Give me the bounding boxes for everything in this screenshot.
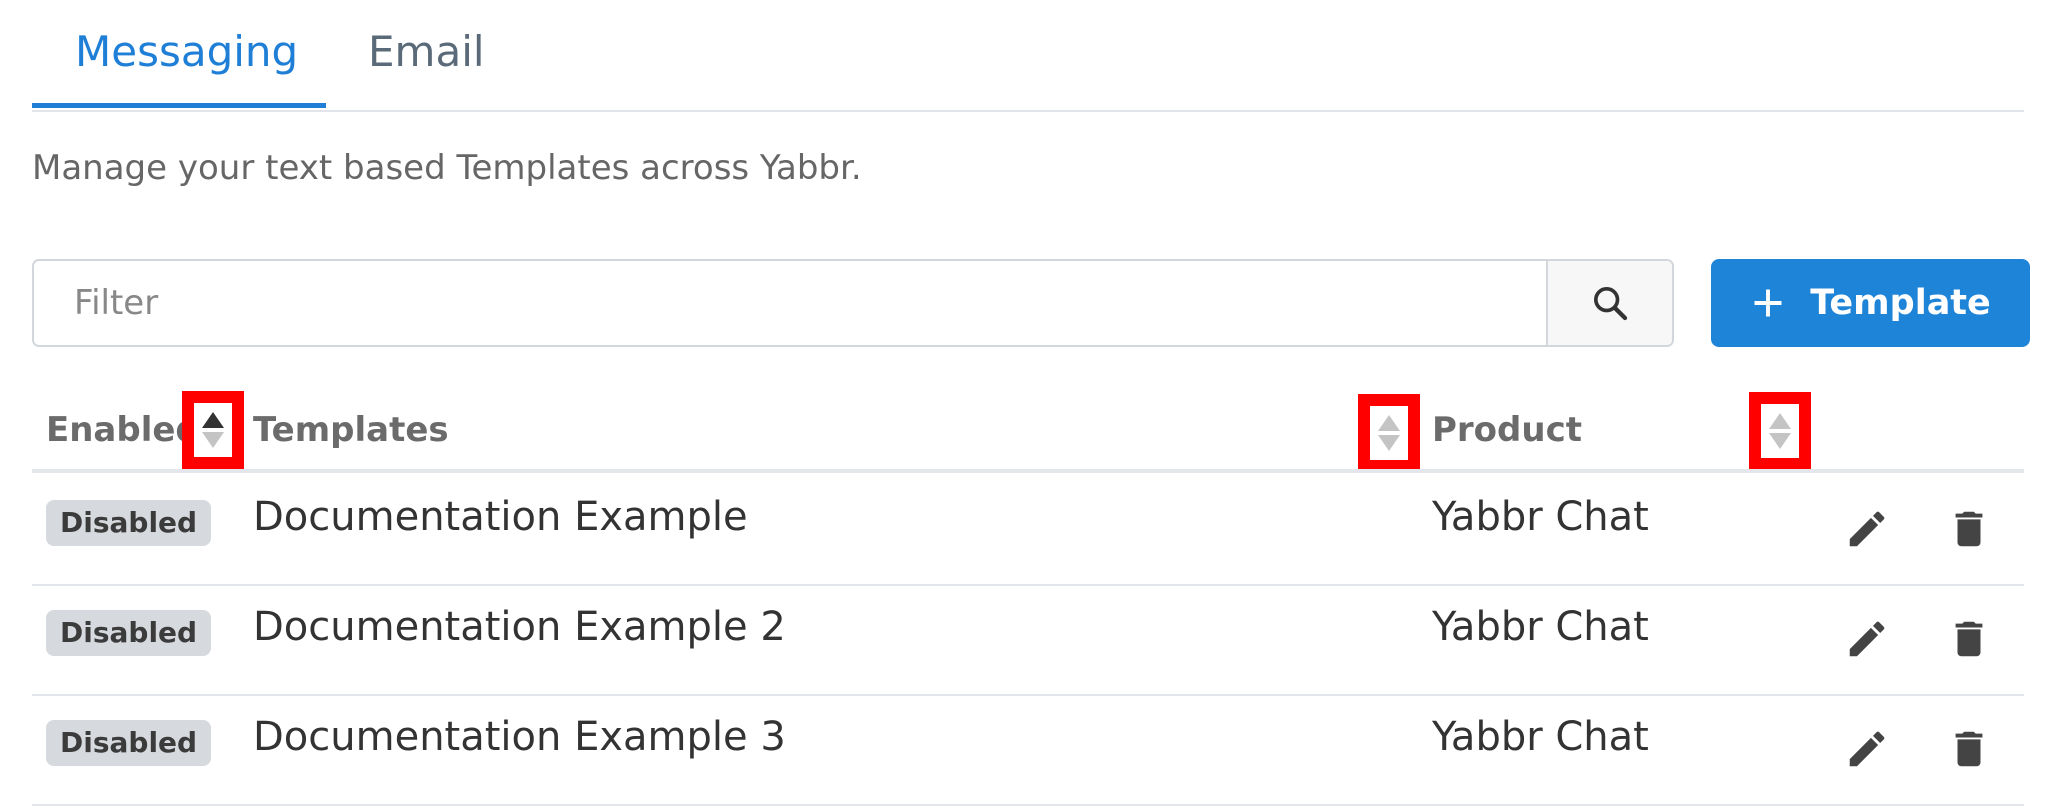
column-header-templates[interactable]: Templates	[253, 410, 449, 450]
add-template-label: Template	[1810, 283, 1991, 323]
sort-ascending-icon	[202, 412, 224, 448]
product-name: Yabbr Chat	[1432, 604, 1649, 650]
plus-icon	[1754, 289, 1782, 317]
column-header-product[interactable]: Product	[1432, 410, 1582, 450]
column-header-enabled[interactable]: Enabled	[46, 410, 200, 450]
sort-icon	[1378, 415, 1400, 451]
edit-button[interactable]	[1839, 721, 1895, 777]
template-name: Documentation Example 3	[253, 714, 786, 760]
pencil-icon	[1849, 621, 1885, 657]
delete-button[interactable]	[1941, 501, 1997, 557]
pencil-icon	[1849, 511, 1885, 547]
status-badge: Disabled	[46, 500, 212, 546]
add-template-button[interactable]: Template	[1711, 259, 2030, 347]
status-badge: Disabled	[46, 610, 212, 656]
pencil-icon	[1849, 731, 1885, 767]
active-tab-indicator	[32, 103, 326, 108]
search-button[interactable]	[1546, 261, 1672, 345]
edit-button[interactable]	[1839, 501, 1895, 557]
trash-icon	[1955, 511, 1983, 547]
status-badge: Disabled	[46, 720, 212, 766]
row-divider	[32, 804, 2024, 806]
trash-icon	[1955, 731, 1983, 767]
template-name: Documentation Example	[253, 494, 748, 540]
sort-icon	[1769, 413, 1791, 449]
sort-templates-highlight[interactable]	[1358, 394, 1420, 472]
template-name: Documentation Example 2	[253, 604, 786, 650]
trash-icon	[1955, 621, 1983, 657]
filter-group	[32, 259, 1674, 347]
tabs-divider	[32, 110, 2024, 112]
delete-button[interactable]	[1941, 611, 1997, 667]
tab-messaging[interactable]: Messaging	[75, 27, 298, 76]
row-divider	[32, 694, 2024, 696]
page-description: Manage your text based Templates across …	[32, 148, 862, 188]
product-name: Yabbr Chat	[1432, 494, 1649, 540]
table-header-divider	[32, 469, 2024, 473]
product-name: Yabbr Chat	[1432, 714, 1649, 760]
delete-button[interactable]	[1941, 721, 1997, 777]
edit-button[interactable]	[1839, 611, 1895, 667]
sort-product-highlight[interactable]	[1749, 392, 1811, 470]
search-icon	[1594, 287, 1628, 321]
row-divider	[32, 584, 2024, 586]
filter-input[interactable]	[34, 261, 1546, 345]
tab-email[interactable]: Email	[368, 27, 485, 76]
sort-enabled-highlight[interactable]	[182, 391, 244, 469]
